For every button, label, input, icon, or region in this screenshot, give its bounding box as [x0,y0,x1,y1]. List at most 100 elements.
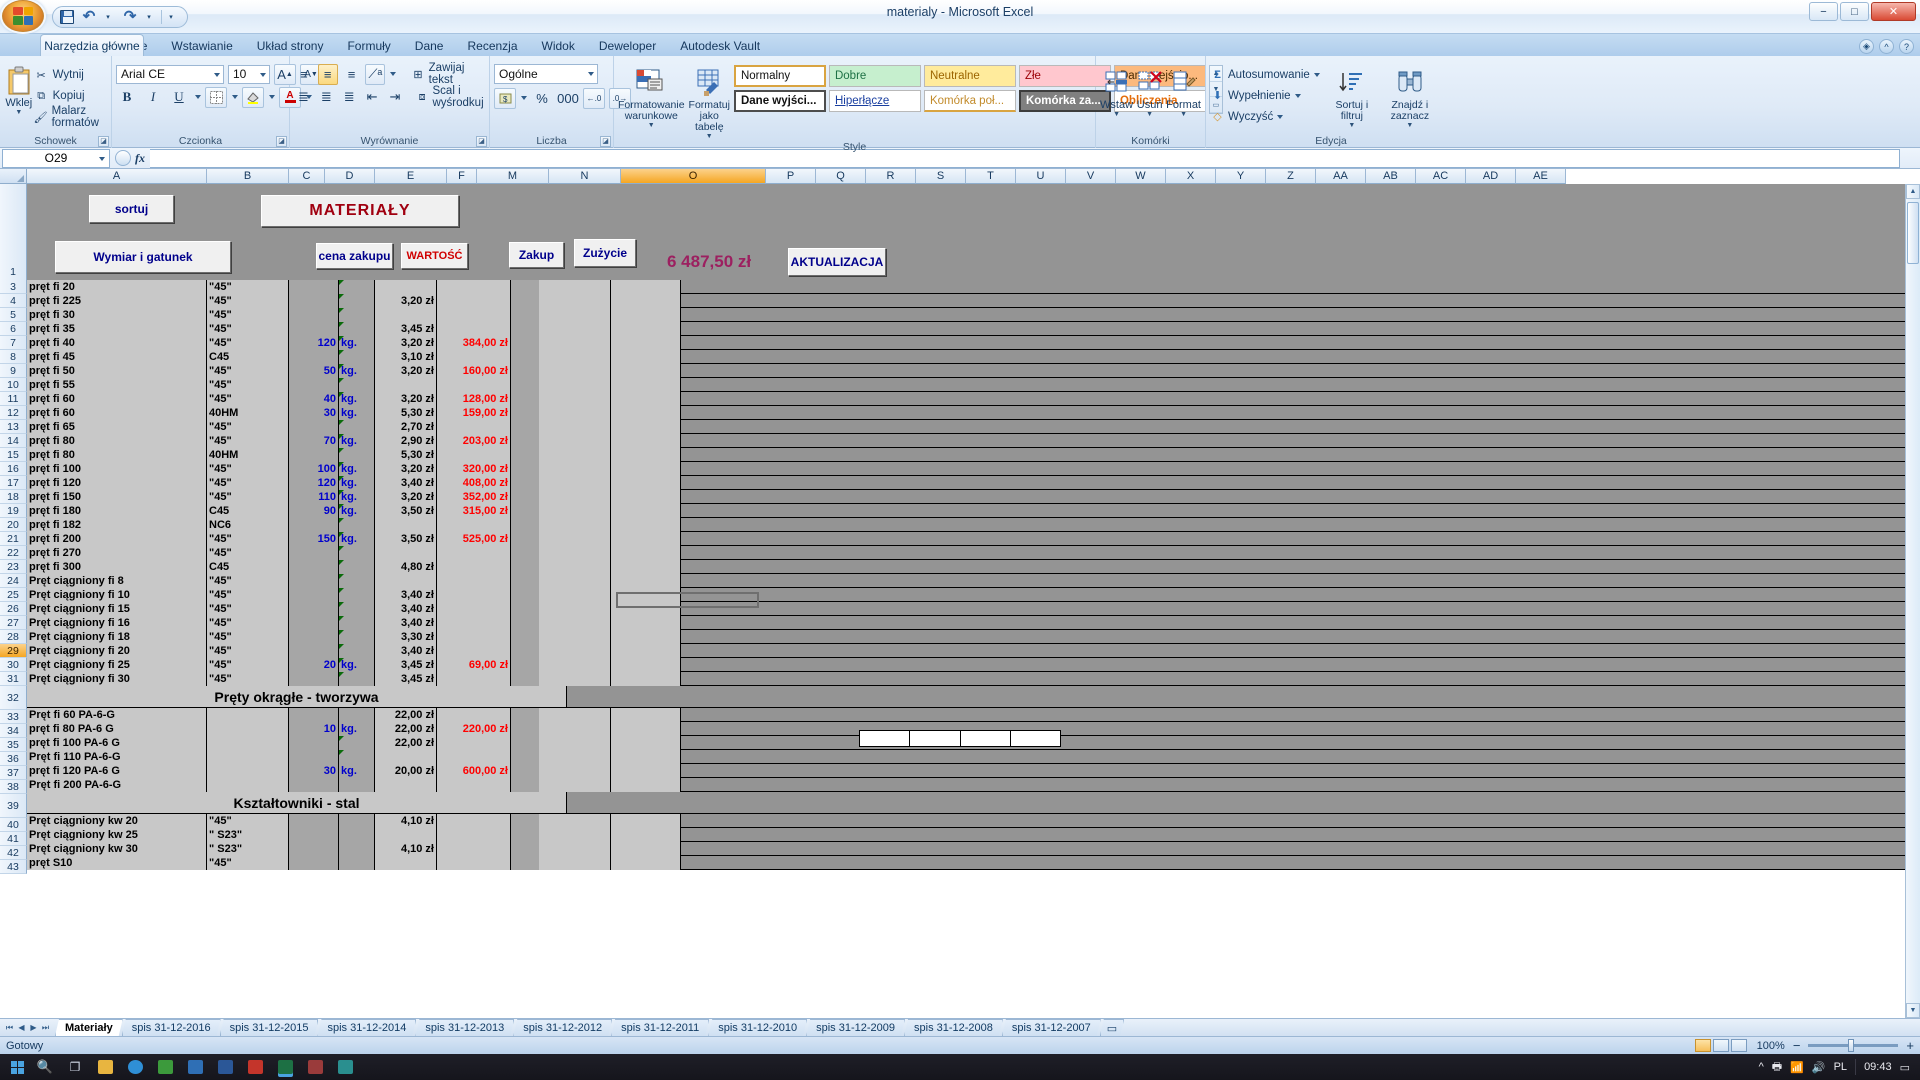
insert-cells-dropdown-icon[interactable]: ▼ [1113,111,1120,118]
cell-quantity[interactable]: 100 [289,462,339,476]
row-header-32[interactable]: 32 [0,686,27,710]
cell-name[interactable]: pręt fi 50 [27,364,207,378]
table-row[interactable]: pręt fi 100 "45" 100 kg. 3,20 zł 320,00 zł [27,462,1920,476]
comma-format-button[interactable]: 000 [557,88,579,109]
cell-price[interactable]: 3,40 zł [375,644,437,658]
row-header-40[interactable]: 40 [0,818,27,832]
cell-gap[interactable] [511,448,539,462]
taskbar-app-teal[interactable] [330,1056,360,1078]
row-header-36[interactable]: 36 [0,752,27,766]
percent-format-button[interactable]: % [531,88,553,109]
cell-name[interactable]: pręt fi 120 PA-6 G [27,764,207,778]
wymiar-i-gatunek-button[interactable]: Wymiar i gatunek [55,241,231,273]
cell-n[interactable] [611,708,681,722]
addin-icon[interactable]: ◈ [1859,39,1874,54]
column-header-AC[interactable]: AC [1416,169,1466,184]
table-row[interactable]: pręt fi 65 "45" 2,70 zł [27,420,1920,434]
cell-quantity[interactable]: 40 [289,392,339,406]
table-row[interactable]: pręt fi 45 C45 3,10 zł [27,350,1920,364]
cell-n[interactable] [611,434,681,448]
table-row[interactable]: pręt fi 20 "45" [27,280,1920,294]
table-row[interactable]: pręt fi 60 "45" 40 kg. 3,20 zł 128,00 zł [27,392,1920,406]
cell-price[interactable] [375,280,437,294]
paste-dropdown-icon[interactable]: ▼ [15,109,22,116]
cell-m[interactable] [539,448,611,462]
cell-grade[interactable]: "45" [207,616,289,630]
cell-m[interactable] [539,462,611,476]
cell-quantity[interactable] [289,280,339,294]
table-row[interactable]: pręt fi 270 "45" [27,546,1920,560]
cell-value[interactable] [437,644,511,658]
materialy-title-button[interactable]: MATERIAŁY [261,195,459,227]
cell-grade[interactable]: "45" [207,280,289,294]
orientation-dropdown-icon[interactable] [390,72,397,76]
cell-quantity[interactable]: 120 [289,476,339,490]
cell-unit[interactable] [339,842,375,856]
currency-format-button[interactable]: $ [494,87,516,109]
cell-name[interactable]: pręt fi 20 [27,280,207,294]
row-header-3[interactable]: 3 [0,280,27,294]
view-page-break-button[interactable] [1730,1039,1747,1052]
alignment-dialog-launcher[interactable]: ◪ [476,136,487,147]
cell-price[interactable]: 3,45 zł [375,672,437,686]
wartosc-button[interactable]: WARTOŚĆ [401,243,468,269]
insert-function-button[interactable] [115,150,131,166]
cell-name[interactable]: Pręt ciągniony fi 10 [27,588,207,602]
align-top-button[interactable]: ≡ [294,64,314,85]
cell-quantity[interactable] [289,420,339,434]
cell-name[interactable]: pręt fi 45 [27,350,207,364]
cell-gap[interactable] [511,518,539,532]
cell-m[interactable] [539,574,611,588]
cell-value[interactable]: 160,00 zł [437,364,511,378]
autosum-dropdown-icon[interactable] [1313,72,1320,77]
ribbon-tab-data[interactable]: Dane [403,35,456,56]
wrap-text-label[interactable]: Zawijaj tekst [429,62,485,86]
cell-m[interactable] [539,476,611,490]
cell-value[interactable] [437,672,511,686]
cell-n[interactable] [611,644,681,658]
vertical-scroll-thumb[interactable] [1907,202,1919,264]
cell-gap[interactable] [511,420,539,434]
cell-grade[interactable]: "45" [207,546,289,560]
cell-name[interactable]: pręt fi 55 [27,378,207,392]
cell-unit[interactable]: kg. [339,658,375,672]
sheet-tab-3[interactable]: spis 31-12-2014 [317,1019,416,1036]
cell-m[interactable] [539,350,611,364]
minimize-button[interactable]: − [1809,2,1838,21]
row-header-30[interactable]: 30 [0,658,27,672]
cell-quantity[interactable] [289,644,339,658]
cell-n[interactable] [611,828,681,842]
cell-quantity[interactable]: 20 [289,658,339,672]
table-row[interactable]: pręt fi 180 C45 90 kg. 3,50 zł 315,00 zł [27,504,1920,518]
row-header-16[interactable]: 16 [0,462,27,476]
cell-quantity[interactable] [289,630,339,644]
column-header-AA[interactable]: AA [1316,169,1366,184]
number-format-dropdown-icon[interactable] [588,72,594,76]
table-row[interactable]: Pręt ciągniony kw 20 "45" 4,10 zł [27,814,1920,828]
row-header-9[interactable]: 9 [0,364,27,378]
cell-n[interactable] [611,842,681,856]
ribbon-tab-autodesk-vault[interactable]: Autodesk Vault [668,35,772,56]
cell-name[interactable]: Pręt ciągniony fi 30 [27,672,207,686]
cell-quantity[interactable] [289,574,339,588]
cell-unit[interactable]: kg. [339,764,375,778]
close-button[interactable]: ✕ [1871,2,1916,21]
cell-name[interactable]: pręt S10 [27,856,207,870]
cell-price[interactable] [375,378,437,392]
row-header-17[interactable]: 17 [0,476,27,490]
cell-price[interactable]: 3,45 zł [375,658,437,672]
row-header-28[interactable]: 28 [0,630,27,644]
cell-name[interactable]: Pręt fi 60 PA-6-G [27,708,207,722]
taskbar-app-browser[interactable] [120,1056,150,1078]
row-header-15[interactable]: 15 [0,448,27,462]
cell-value[interactable] [437,308,511,322]
cell-unit[interactable]: kg. [339,504,375,518]
cell-gap[interactable] [511,722,539,736]
row-header-37[interactable]: 37 [0,766,27,780]
cell-gap[interactable] [511,602,539,616]
cell-quantity[interactable] [289,560,339,574]
sortuj-button[interactable]: sortuj [89,195,174,223]
cell-grade[interactable]: "45" [207,476,289,490]
cell-unit[interactable] [339,828,375,842]
cell-m[interactable] [539,532,611,546]
